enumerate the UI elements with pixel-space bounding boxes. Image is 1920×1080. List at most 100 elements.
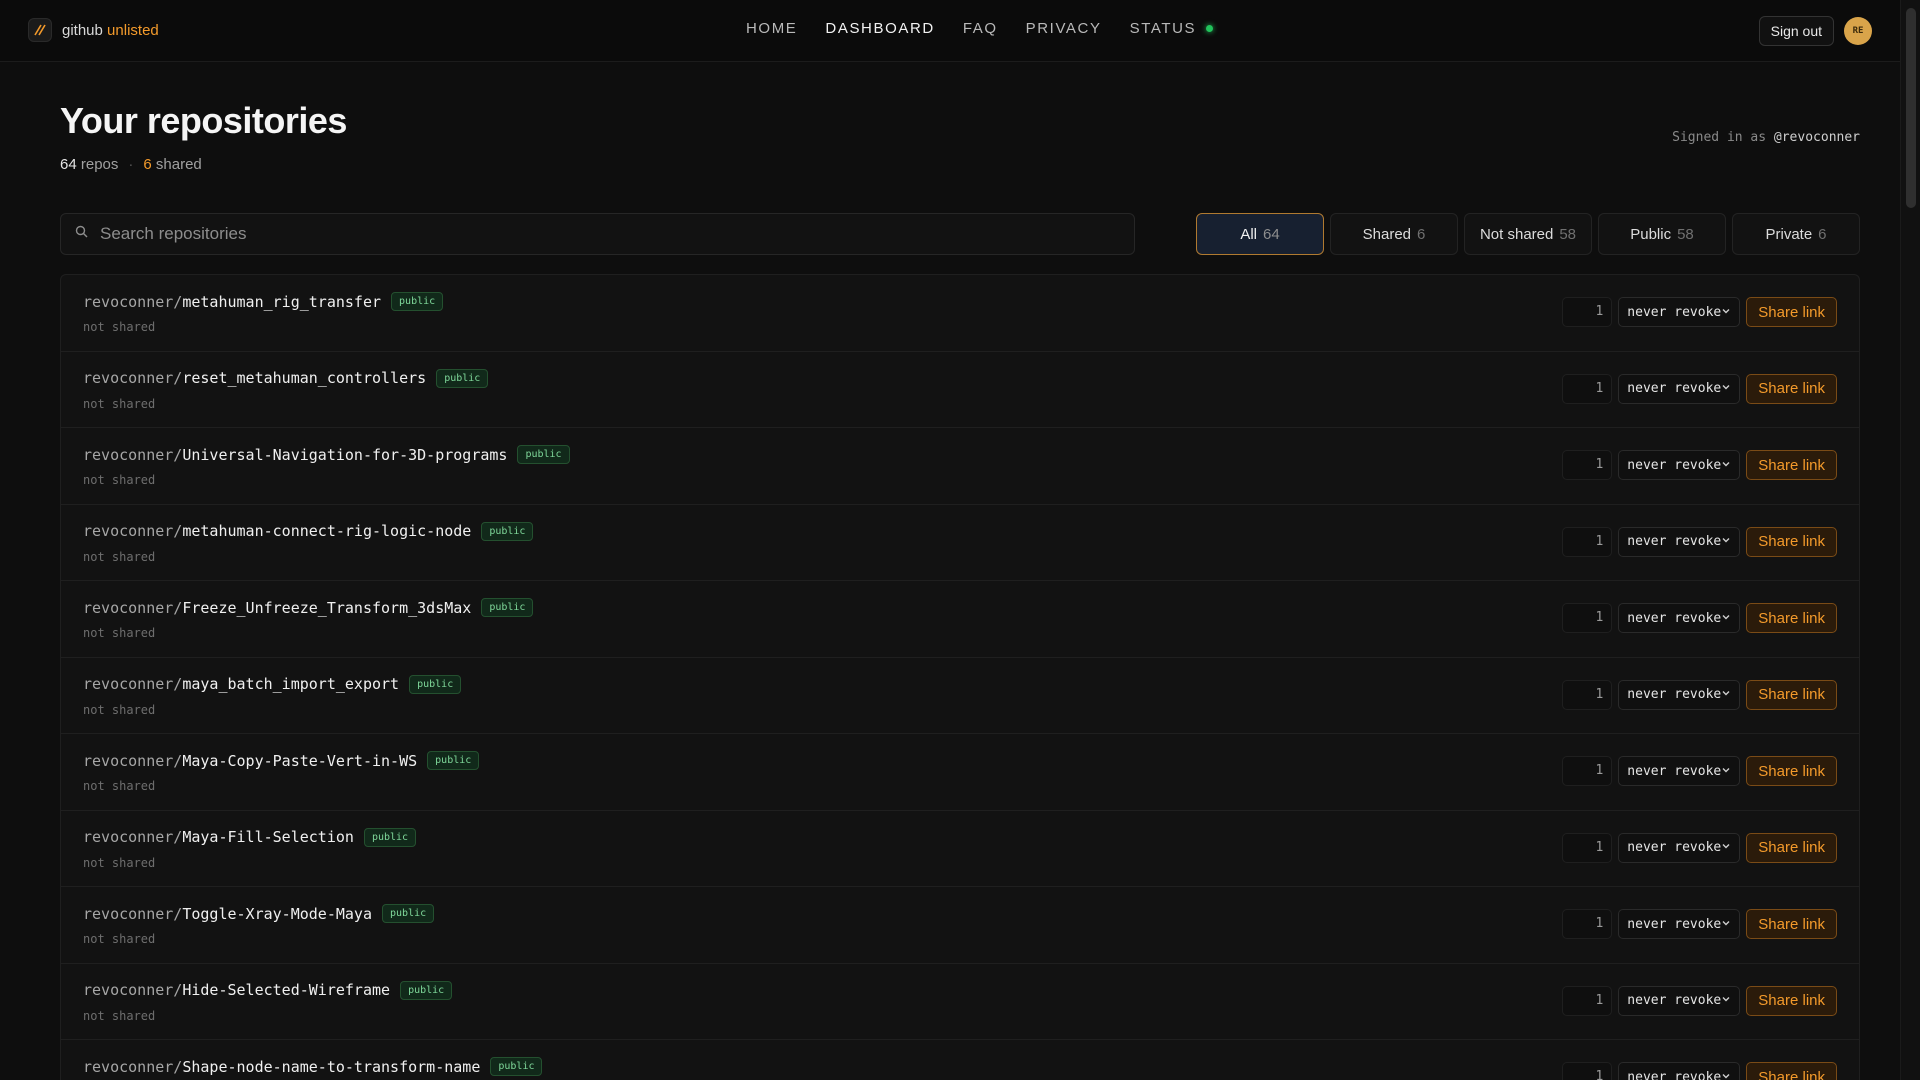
repo-summary: 64 repos · 6 shared: [60, 156, 1860, 173]
search-input[interactable]: [100, 224, 1120, 244]
quantity-input[interactable]: 1: [1562, 297, 1613, 327]
table-row: revoconner/Maya-Fill-Selection public no…: [61, 811, 1859, 887]
visibility-badge: public: [382, 904, 435, 923]
share-link-button[interactable]: Share link: [1746, 526, 1837, 557]
filter-private[interactable]: Private 6: [1732, 213, 1860, 255]
nav-dashboard[interactable]: DASHBOARD: [825, 20, 934, 37]
repo-link[interactable]: revoconner/Hide-Selected-Wireframe: [83, 981, 390, 999]
filter-not-shared-count: 58: [1559, 225, 1577, 243]
nav-home[interactable]: HOME: [746, 20, 797, 37]
table-row: revoconner/metahuman_rig_transfer public…: [61, 275, 1859, 352]
repo-link[interactable]: revoconner/reset_metahuman_controllers: [83, 369, 426, 387]
filter-all-label: All: [1240, 225, 1257, 243]
repo-link[interactable]: revoconner/Shape-node-name-to-transform-…: [83, 1058, 480, 1076]
revoke-select[interactable]: never revoke: [1618, 985, 1741, 1016]
share-link-button[interactable]: Share link: [1746, 756, 1837, 786]
row-actions: 1 never revoke Share link: [1562, 679, 1837, 710]
avatar[interactable]: RE: [1844, 17, 1872, 45]
share-link-button[interactable]: Share link: [1746, 1062, 1837, 1080]
filter-public-label: Public: [1630, 225, 1672, 243]
search-box[interactable]: [60, 213, 1135, 255]
revoke-select[interactable]: never revoke: [1618, 526, 1741, 557]
row-actions: 1 never revoke Share link: [1562, 756, 1837, 786]
revoke-select[interactable]: never revoke: [1618, 373, 1741, 404]
filter-public[interactable]: Public 58: [1598, 213, 1726, 255]
revoke-select[interactable]: never revoke: [1618, 679, 1741, 710]
repo-link[interactable]: revoconner/metahuman_rig_transfer: [83, 293, 381, 311]
filter-shared[interactable]: Shared 6: [1330, 213, 1458, 255]
quantity-input[interactable]: 1: [1562, 756, 1613, 786]
repo-link[interactable]: revoconner/Maya-Copy-Paste-Vert-in-WS: [83, 752, 417, 770]
share-status: not shared: [83, 779, 156, 793]
quantity-input[interactable]: 1: [1562, 603, 1613, 633]
page-scrollbar[interactable]: [1900, 0, 1920, 1080]
quantity-input[interactable]: 1: [1562, 1062, 1613, 1080]
revoke-select-value: never revoke: [1627, 381, 1722, 396]
repo-count: 64: [60, 156, 77, 173]
share-link-button[interactable]: Share link: [1746, 832, 1837, 863]
nav-faq[interactable]: FAQ: [963, 20, 998, 37]
brand-name-primary: github: [62, 21, 103, 39]
repo-name: maya_batch_import_export: [182, 675, 400, 693]
quantity-input[interactable]: 1: [1562, 450, 1613, 480]
revoke-select-value: never revoke: [1627, 993, 1722, 1008]
revoke-select[interactable]: never revoke: [1618, 297, 1741, 327]
quantity-input[interactable]: 1: [1562, 909, 1613, 939]
quantity-input[interactable]: 1: [1562, 373, 1613, 404]
visibility-badge: public: [409, 674, 462, 694]
repo-link[interactable]: revoconner/metahuman-connect-rig-logic-n…: [83, 522, 471, 540]
filter-all[interactable]: All 64: [1196, 213, 1324, 255]
repo-link[interactable]: revoconner/Toggle-Xray-Mode-Maya: [83, 905, 372, 923]
revoke-select[interactable]: never revoke: [1618, 603, 1741, 633]
nav-privacy[interactable]: PRIVACY: [1026, 20, 1102, 37]
repo-link[interactable]: revoconner/maya_batch_import_export: [83, 675, 399, 693]
filter-not-shared[interactable]: Not shared 58: [1464, 213, 1592, 255]
scrollbar-thumb[interactable]: [1906, 8, 1916, 208]
quantity-input[interactable]: 1: [1562, 832, 1613, 863]
top-header: github unlisted HOME DASHBOARD FAQ PRIVA…: [0, 0, 1900, 62]
repo-owner: revoconner/: [83, 445, 183, 464]
share-link-button[interactable]: Share link: [1746, 679, 1837, 710]
share-link-button[interactable]: Share link: [1746, 297, 1837, 327]
share-link-button[interactable]: Share link: [1746, 909, 1837, 939]
chevron-down-icon: [1721, 1070, 1731, 1080]
sign-out-button[interactable]: Sign out: [1758, 16, 1834, 46]
brand[interactable]: github unlisted: [28, 18, 159, 42]
repo-title: revoconner/metahuman-connect-rig-logic-n…: [83, 521, 534, 541]
repo-title: revoconner/reset_metahuman_controllers p…: [83, 368, 489, 388]
main-content: Your repositories 64 repos · 6 shared Si…: [60, 100, 1860, 1080]
repo-owner: revoconner/: [83, 751, 183, 770]
repo-title: revoconner/Shape-node-name-to-transform-…: [83, 1057, 543, 1076]
table-row: revoconner/Shape-node-name-to-transform-…: [61, 1040, 1859, 1080]
chevron-down-icon: [1721, 458, 1731, 473]
nav-status-group[interactable]: STATUS: [1130, 20, 1214, 37]
revoke-select-value: never revoke: [1627, 763, 1722, 779]
share-link-button[interactable]: Share link: [1746, 603, 1837, 633]
share-status: not shared: [83, 549, 156, 564]
revoke-select[interactable]: never revoke: [1618, 450, 1741, 480]
header-actions: Sign out RE: [1758, 16, 1872, 46]
share-link-button[interactable]: Share link: [1746, 985, 1837, 1016]
repo-title: revoconner/Hide-Selected-Wireframe publi…: [83, 980, 453, 1000]
revoke-select-value: never revoke: [1627, 1069, 1722, 1080]
row-actions: 1 never revoke Share link: [1562, 1062, 1837, 1080]
repo-link[interactable]: revoconner/Universal-Navigation-for-3D-p…: [83, 446, 507, 464]
share-link-button[interactable]: Share link: [1746, 450, 1837, 480]
quantity-input[interactable]: 1: [1562, 679, 1613, 710]
repo-link[interactable]: revoconner/Maya-Fill-Selection: [83, 828, 354, 846]
repo-name: Universal-Navigation-for-3D-programs: [182, 445, 508, 464]
row-actions: 1 never revoke Share link: [1562, 909, 1837, 939]
visibility-badge: public: [427, 751, 480, 770]
nav-status[interactable]: STATUS: [1130, 20, 1197, 37]
share-status: not shared: [83, 626, 156, 640]
revoke-select[interactable]: never revoke: [1618, 756, 1741, 786]
row-actions: 1 never revoke Share link: [1562, 603, 1837, 633]
revoke-select[interactable]: never revoke: [1618, 909, 1741, 939]
repo-title: revoconner/maya_batch_import_export publ…: [83, 674, 462, 694]
revoke-select[interactable]: never revoke: [1618, 1062, 1741, 1080]
quantity-input[interactable]: 1: [1562, 526, 1613, 557]
share-link-button[interactable]: Share link: [1746, 373, 1837, 404]
quantity-input[interactable]: 1: [1562, 985, 1613, 1016]
repo-link[interactable]: revoconner/Freeze_Unfreeze_Transform_3ds…: [83, 599, 471, 617]
revoke-select[interactable]: never revoke: [1618, 832, 1741, 863]
